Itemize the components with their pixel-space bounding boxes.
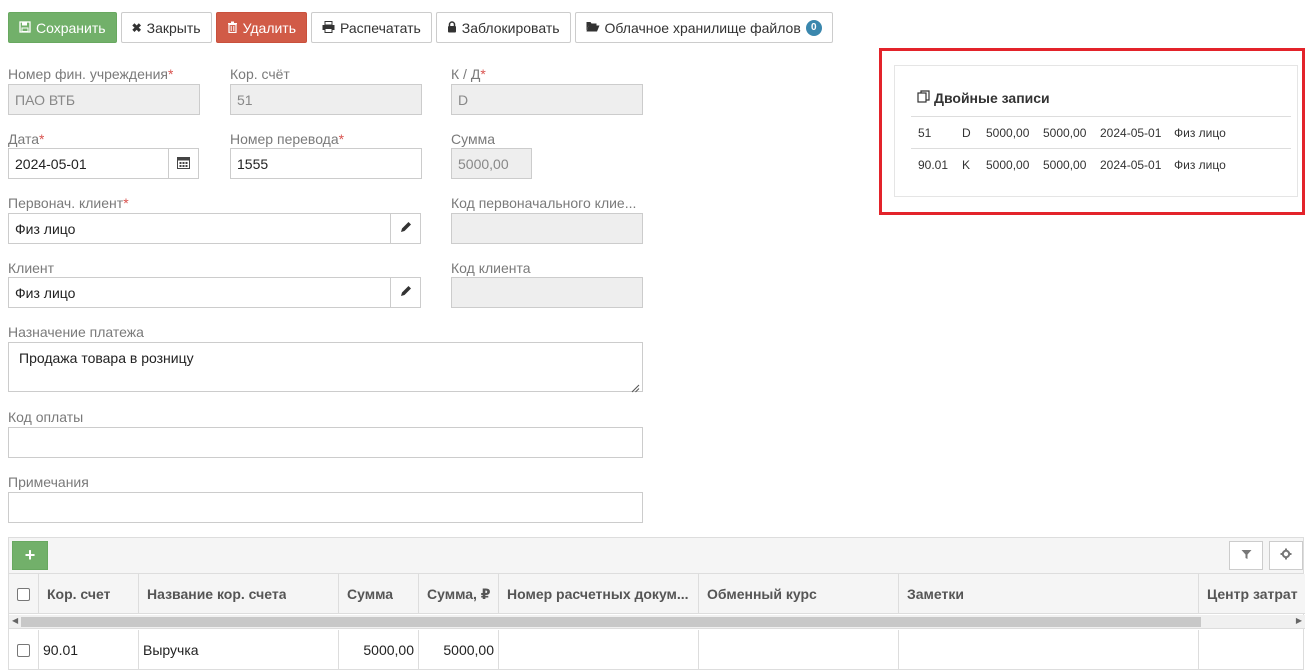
cell-cost-center[interactable] bbox=[1199, 630, 1305, 670]
scroll-left-icon[interactable]: ◀ bbox=[12, 616, 18, 625]
column-amount[interactable]: Сумма bbox=[339, 574, 419, 614]
edit-original-client-button[interactable] bbox=[390, 213, 421, 244]
corr-account-field[interactable]: 51 bbox=[230, 84, 422, 115]
grid-toolbar: + bbox=[9, 538, 1303, 574]
edit-client-button[interactable] bbox=[390, 277, 421, 308]
cell-amount-rub[interactable]: 5000,00 bbox=[419, 630, 499, 670]
payment-code-field[interactable] bbox=[8, 427, 643, 458]
close-label: Закрыть bbox=[146, 19, 201, 36]
client-field[interactable]: Физ лицо bbox=[8, 277, 391, 308]
transfer-number-label: Номер перевода* bbox=[230, 131, 345, 147]
cloud-storage-button[interactable]: Облачное хранилище файлов 0 bbox=[574, 12, 833, 43]
toolbar: Сохранить ✖ Закрыть Удалить Распечатать … bbox=[8, 12, 833, 43]
payment-code-label: Код оплаты bbox=[8, 409, 84, 425]
select-all-checkbox-cell bbox=[9, 574, 39, 614]
pencil-icon bbox=[400, 221, 412, 236]
row-checkbox[interactable] bbox=[17, 643, 30, 657]
file-count-badge: 0 bbox=[805, 19, 822, 36]
cell-corr-account-name[interactable]: Выручка bbox=[139, 630, 339, 670]
double-entry-row: 90.01 K 5000,00 5000,00 2024-05-01 Физ л… bbox=[918, 158, 1226, 172]
cell-exchange-rate[interactable] bbox=[699, 630, 899, 670]
original-client-code-field[interactable] bbox=[451, 213, 643, 244]
calendar-button[interactable] bbox=[168, 148, 199, 179]
print-button[interactable]: Распечатать bbox=[311, 12, 432, 43]
settings-button[interactable] bbox=[1269, 541, 1303, 570]
column-corr-account[interactable]: Кор. счет bbox=[39, 574, 139, 614]
date-field[interactable]: 2024-05-01 bbox=[8, 148, 169, 179]
resize-grip-icon[interactable] bbox=[631, 380, 640, 393]
column-corr-account-name[interactable]: Название кор. счета bbox=[139, 574, 339, 614]
horizontal-scrollbar[interactable]: ◀ ▶ bbox=[9, 615, 1305, 629]
save-button[interactable]: Сохранить bbox=[8, 12, 117, 43]
double-entry-row: 51 D 5000,00 5000,00 2024-05-01 Физ лицо bbox=[911, 116, 1291, 149]
trash-icon bbox=[227, 21, 238, 35]
column-settlement-docs[interactable]: Номер расчетных докум... bbox=[499, 574, 699, 614]
copy-icon bbox=[917, 90, 930, 106]
cloud-storage-label: Облачное хранилище файлов bbox=[604, 19, 801, 36]
delete-button[interactable]: Удалить bbox=[215, 12, 308, 43]
lock-label: Заблокировать bbox=[461, 19, 560, 36]
gear-icon bbox=[1280, 548, 1292, 563]
client-label: Клиент bbox=[8, 260, 55, 276]
amount-field[interactable]: 5000,00 bbox=[451, 148, 532, 179]
floppy-icon bbox=[19, 20, 31, 35]
calendar-icon bbox=[177, 156, 190, 172]
date-label: Дата* bbox=[8, 131, 45, 147]
payment-purpose-textarea[interactable]: Продажа товара в розницу bbox=[8, 342, 643, 393]
cell-corr-account[interactable]: 90.01 bbox=[39, 630, 139, 670]
cell-settlement-docs[interactable] bbox=[499, 630, 699, 670]
kd-field[interactable]: D bbox=[451, 84, 643, 115]
folder-open-icon bbox=[586, 21, 600, 34]
payment-purpose-label: Назначение платежа bbox=[8, 324, 144, 340]
transfer-number-field[interactable]: 1555 bbox=[230, 148, 422, 179]
column-notes[interactable]: Заметки bbox=[899, 574, 1199, 614]
pencil-icon bbox=[400, 285, 412, 300]
double-entries-title: Двойные записи bbox=[917, 90, 1050, 106]
print-label: Распечатать bbox=[340, 19, 421, 36]
close-icon: ✖ bbox=[131, 20, 142, 35]
close-button[interactable]: ✖ Закрыть bbox=[120, 12, 212, 43]
fin-institution-label: Номер фин. учреждения* bbox=[8, 66, 174, 82]
table-row[interactable]: 90.01 Выручка 5000,00 5000,00 bbox=[9, 630, 1305, 670]
notes-field[interactable] bbox=[8, 492, 643, 523]
original-client-code-label: Код первоначального клие... bbox=[451, 195, 637, 211]
cell-notes[interactable] bbox=[899, 630, 1199, 670]
payment-purpose-text: Продажа товара в розницу bbox=[19, 350, 194, 366]
notes-label: Примечания bbox=[8, 474, 89, 490]
grid-header: Кор. счет Название кор. счета Сумма Сумм… bbox=[9, 574, 1305, 614]
client-code-label: Код клиента bbox=[451, 260, 531, 276]
scrollbar-thumb[interactable] bbox=[21, 617, 1201, 627]
add-row-button[interactable]: + bbox=[12, 541, 48, 570]
lock-icon bbox=[447, 20, 457, 35]
amount-label: Сумма bbox=[451, 131, 495, 147]
cell-amount[interactable]: 5000,00 bbox=[339, 630, 419, 670]
column-amount-rub[interactable]: Сумма, ₽ bbox=[419, 574, 499, 614]
original-client-field[interactable]: Физ лицо bbox=[8, 213, 391, 244]
fin-institution-field[interactable]: ПАО ВТБ bbox=[8, 84, 200, 115]
kd-label: К / Д* bbox=[451, 66, 486, 82]
corr-account-label: Кор. счёт bbox=[230, 66, 290, 82]
column-cost-center[interactable]: Центр затрат bbox=[1199, 574, 1305, 614]
row-checkbox-cell bbox=[9, 630, 39, 670]
select-all-checkbox[interactable] bbox=[17, 587, 30, 601]
delete-label: Удалить bbox=[242, 19, 297, 36]
double-entries-panel: Двойные записи 51 D 5000,00 5000,00 2024… bbox=[894, 65, 1298, 197]
filter-button[interactable] bbox=[1229, 541, 1263, 570]
lock-button[interactable]: Заблокировать bbox=[435, 12, 571, 43]
save-label: Сохранить bbox=[36, 19, 106, 36]
column-exchange-rate[interactable]: Обменный курс bbox=[699, 574, 899, 614]
original-client-label: Первонач. клиент* bbox=[8, 195, 129, 211]
printer-icon bbox=[322, 20, 335, 35]
client-code-field[interactable] bbox=[451, 277, 643, 308]
filter-icon bbox=[1241, 549, 1252, 563]
accounts-grid: + Кор. счет Название кор. счета Сумма Су… bbox=[8, 537, 1305, 670]
scroll-right-icon[interactable]: ▶ bbox=[1296, 616, 1302, 625]
